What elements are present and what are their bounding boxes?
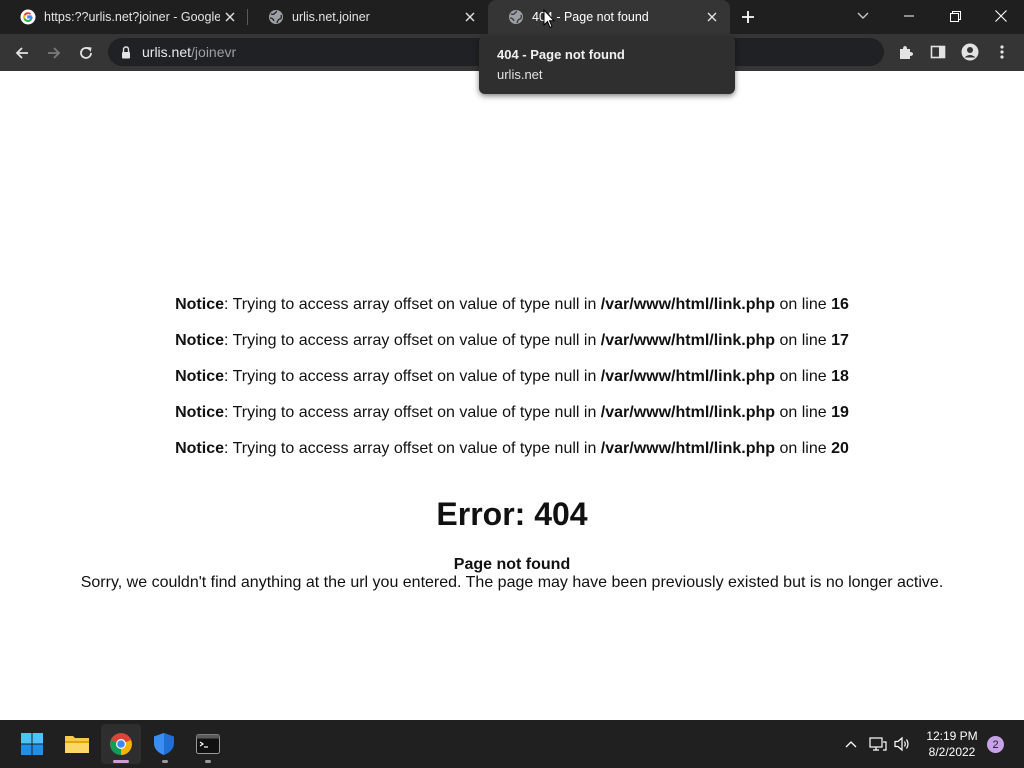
notice-file: /var/www/html/link.php [600,332,776,349]
notice-label: Notice [175,404,224,421]
notice-message: : Trying to access array offset on value… [224,332,601,349]
notice-file: /var/www/html/link.php [600,404,776,421]
notice-label: Notice [175,368,224,385]
terminal-icon[interactable] [188,724,228,764]
chrome-icon[interactable] [101,724,141,764]
notice-line: Notice: Trying to access array offset on… [0,296,1024,332]
tab-urlis-joiner[interactable]: urlis.net.joiner [248,0,488,34]
clock-time[interactable]: 12:19 PM [920,729,984,743]
url-text[interactable]: urlis.net/joinevr [142,44,236,60]
kebab-menu-icon[interactable] [989,39,1015,65]
notice-label: Notice [175,440,224,457]
forward-arrow-icon[interactable] [41,40,67,66]
notice-file: /var/www/html/link.php [600,368,776,385]
php-notice-list: Notice: Trying to access array offset on… [0,296,1024,476]
running-indicator [205,760,211,763]
tab-title: https:??urlis.net?joiner - Google S [44,10,220,24]
network-icon[interactable] [868,734,888,754]
new-tab-button[interactable] [736,6,760,28]
side-panel-icon[interactable] [925,39,951,65]
google-g-icon [20,9,36,25]
notice-line-number: 20 [831,440,849,457]
globe-icon [508,9,524,25]
tab-strip: https:??urlis.net?joiner - Google S urli… [0,0,1024,34]
chevron-up-icon[interactable] [841,734,861,754]
not-found-title: Page not found [453,556,571,573]
notice-line-number: 16 [831,296,849,313]
globe-icon [268,9,284,25]
volume-icon[interactable] [893,734,913,754]
notice-line-number: 17 [831,332,849,349]
notice-line-number: 19 [831,404,849,421]
notice-message: : Trying to access array offset on value… [224,404,601,421]
tab-title: urlis.net.joiner [292,10,370,24]
url-host: urlis.net [142,44,192,60]
running-indicator [113,760,129,763]
back-arrow-icon[interactable] [9,40,35,66]
notice-on-line: on line [775,404,832,421]
notice-on-line: on line [775,332,832,349]
notice-file: /var/www/html/link.php [600,296,776,313]
minimize-window-button[interactable] [886,0,932,32]
close-window-button[interactable] [978,0,1024,32]
notice-message: : Trying to access array offset on value… [224,296,601,313]
tab-google-search[interactable]: https:??urlis.net?joiner - Google S [0,0,248,34]
notice-label: Notice [175,296,224,313]
notice-label: Notice [175,332,224,349]
close-tab-icon[interactable] [460,7,480,27]
windows-start-icon[interactable] [12,724,52,764]
notice-line: Notice: Trying to access array offset on… [0,404,1024,440]
extensions-puzzle-icon[interactable] [893,39,919,65]
clock-date[interactable]: 8/2/2022 [920,745,984,759]
notice-message: : Trying to access array offset on value… [224,368,601,385]
lock-icon[interactable] [119,44,133,60]
running-indicator [162,760,168,763]
hover-card-title: 404 - Page not found [497,47,625,62]
mouse-cursor-icon [543,9,555,29]
notice-on-line: on line [775,440,832,457]
file-explorer-icon[interactable] [57,724,97,764]
not-found-message: Sorry, we couldn't find anything at the … [80,574,944,591]
chevron-down-icon[interactable] [853,6,873,26]
notice-line: Notice: Trying to access array offset on… [0,368,1024,404]
notice-on-line: on line [775,368,832,385]
close-tab-icon[interactable] [702,7,722,27]
tab-hover-card: 404 - Page not found urlis.net [479,36,735,94]
notice-message: : Trying to access array offset on value… [224,440,601,457]
reload-icon[interactable] [73,40,99,66]
error-heading: Error: 404 [436,496,588,532]
tab-title: 404 - Page not found [532,10,649,24]
notice-line: Notice: Trying to access array offset on… [0,440,1024,476]
hover-card-domain: urlis.net [497,67,543,82]
notification-count-badge[interactable]: 2 [987,736,1004,753]
notice-line: Notice: Trying to access array offset on… [0,332,1024,368]
profile-avatar-icon[interactable] [957,39,983,65]
close-tab-icon[interactable] [220,7,240,27]
notice-line-number: 18 [831,368,849,385]
windows-defender-icon[interactable] [144,724,184,764]
restore-window-button[interactable] [932,0,978,32]
tab-404-active[interactable]: 404 - Page not found [488,0,730,34]
notice-file: /var/www/html/link.php [600,440,776,457]
url-path: /joinevr [191,44,237,60]
notice-on-line: on line [775,296,832,313]
